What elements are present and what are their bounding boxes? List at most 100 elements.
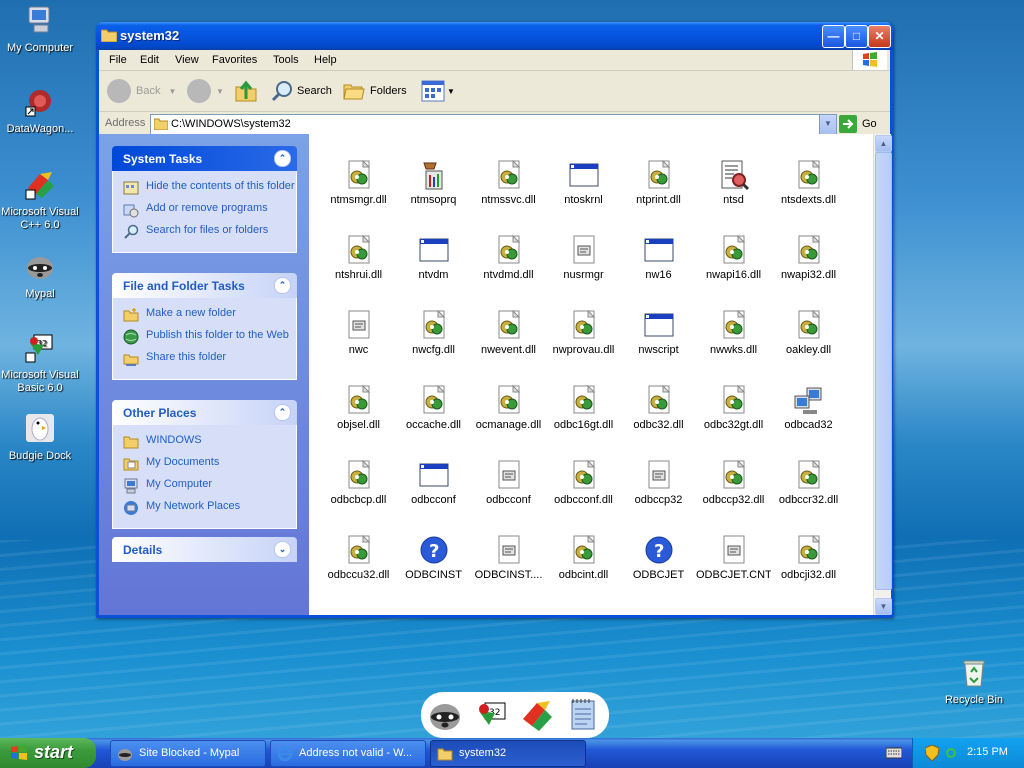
- file-item[interactable]: odbcbcp.dll: [321, 459, 396, 506]
- vertical-scrollbar[interactable]: ▲ ▼: [873, 134, 892, 615]
- menu-edit[interactable]: Edit: [140, 54, 159, 66]
- desktop-icon-recycle-bin[interactable]: Recycle Bin: [934, 656, 1014, 707]
- system-tasks-header[interactable]: System Tasks ⌃: [112, 146, 297, 171]
- other-places-header[interactable]: Other Places ⌃: [112, 400, 297, 425]
- file-item[interactable]: odbccp32.dll: [696, 459, 771, 506]
- scroll-down-button[interactable]: ▼: [875, 598, 892, 615]
- scroll-up-button[interactable]: ▲: [875, 135, 892, 152]
- menu-help[interactable]: Help: [314, 54, 337, 66]
- folders-button[interactable]: Folders: [342, 77, 407, 105]
- file-item[interactable]: ODBCJET.CNT: [696, 534, 771, 581]
- file-item[interactable]: ntmsmgr.dll: [321, 159, 396, 206]
- file-item[interactable]: ? ODBCINST: [396, 534, 471, 581]
- file-folder-tasks-header[interactable]: File and Folder Tasks ⌃: [112, 273, 297, 298]
- expand-icon[interactable]: ⌄: [274, 541, 291, 558]
- menu-favorites[interactable]: Favorites: [212, 54, 257, 66]
- file-item[interactable]: ntvdmd.dll: [471, 234, 546, 281]
- close-button[interactable]: ✕: [868, 25, 891, 48]
- file-item[interactable]: ntvdm: [396, 234, 471, 281]
- task-share-folder[interactable]: Share this folder: [123, 351, 296, 367]
- task-add-remove-programs[interactable]: Add or remove programs: [123, 202, 296, 218]
- file-item[interactable]: nwc: [321, 309, 396, 356]
- file-item[interactable]: odbc32gt.dll: [696, 384, 771, 431]
- task-search-files[interactable]: Search for files or folders: [123, 224, 296, 240]
- file-item[interactable]: odbcad32: [771, 384, 846, 431]
- up-folder-button[interactable]: [234, 77, 258, 105]
- file-item[interactable]: nwwks.dll: [696, 309, 771, 356]
- collapse-icon[interactable]: ⌃: [274, 277, 291, 294]
- clock[interactable]: 2:15 PM: [967, 746, 1008, 758]
- place-my-network-places[interactable]: My Network Places: [123, 500, 296, 516]
- file-item[interactable]: ODBCINST....: [471, 534, 546, 581]
- desktop-icon-visual-cpp[interactable]: Microsoft Visual C++ 6.0: [0, 168, 80, 232]
- file-item[interactable]: ntmssvc.dll: [471, 159, 546, 206]
- desktop-icon-budgie-dock[interactable]: Budgie Dock: [0, 412, 80, 463]
- file-item[interactable]: odbccu32.dll: [321, 534, 396, 581]
- file-item[interactable]: nwcfg.dll: [396, 309, 471, 356]
- file-item[interactable]: ntmsoprq: [396, 159, 471, 206]
- file-item[interactable]: odbc16gt.dll: [546, 384, 621, 431]
- desktop-icon-datawagon[interactable]: DataWagon...: [0, 85, 80, 136]
- start-button[interactable]: start: [0, 738, 96, 768]
- taskbar-task-system32[interactable]: system32: [430, 740, 586, 767]
- task-hide-contents[interactable]: Hide the contents of this folder: [123, 180, 296, 196]
- taskbar-task-mypal[interactable]: Site Blocked - Mypal: [110, 740, 266, 767]
- address-input[interactable]: C:\WINDOWS\system32 ▼: [150, 114, 837, 135]
- file-item[interactable]: odbc32.dll: [621, 384, 696, 431]
- file-item[interactable]: occache.dll: [396, 384, 471, 431]
- keyboard-icon[interactable]: [886, 746, 902, 760]
- file-item[interactable]: ntshrui.dll: [321, 234, 396, 281]
- file-item[interactable]: nwevent.dll: [471, 309, 546, 356]
- place-windows[interactable]: WINDOWS: [123, 434, 296, 450]
- file-item[interactable]: ntoskrnl: [546, 159, 621, 206]
- address-dropdown-button[interactable]: ▼: [819, 115, 836, 134]
- go-button[interactable]: Go: [839, 115, 877, 133]
- mypal-raccoon-icon[interactable]: [427, 697, 463, 733]
- menu-file[interactable]: File: [109, 54, 127, 66]
- file-item[interactable]: odbcconf: [396, 459, 471, 506]
- file-item[interactable]: ntsdexts.dll: [771, 159, 846, 206]
- file-item[interactable]: nusrmgr: [546, 234, 621, 281]
- desktop-icon-visual-basic[interactable]: 32 Microsoft Visual Basic 6.0: [0, 331, 80, 395]
- file-item[interactable]: nwprovau.dll: [546, 309, 621, 356]
- file-item[interactable]: nwapi16.dll: [696, 234, 771, 281]
- task-publish-web[interactable]: Publish this folder to the Web: [123, 329, 296, 345]
- recycle-tray-icon[interactable]: [943, 745, 959, 761]
- title-bar[interactable]: system32 — □ ✕: [96, 22, 893, 50]
- maximize-button[interactable]: □: [845, 25, 868, 48]
- file-item[interactable]: ntsd: [696, 159, 771, 206]
- file-item[interactable]: ntprint.dll: [621, 159, 696, 206]
- security-shield-icon[interactable]: [925, 745, 939, 761]
- place-my-documents[interactable]: My Documents: [123, 456, 296, 472]
- visual-basic-icon[interactable]: 32: [473, 697, 509, 733]
- file-item[interactable]: oakley.dll: [771, 309, 846, 356]
- minimize-button[interactable]: —: [822, 25, 845, 48]
- file-item[interactable]: nwscript: [621, 309, 696, 356]
- place-my-computer[interactable]: My Computer: [123, 478, 296, 494]
- desktop-icon-my-computer[interactable]: My Computer: [0, 4, 80, 55]
- menu-view[interactable]: View: [175, 54, 199, 66]
- views-button[interactable]: ▼: [421, 77, 455, 105]
- file-item[interactable]: nwapi32.dll: [771, 234, 846, 281]
- desktop-icon-mypal[interactable]: Mypal: [0, 250, 80, 301]
- file-item[interactable]: odbcji32.dll: [771, 534, 846, 581]
- file-item[interactable]: ? ODBCJET: [621, 534, 696, 581]
- file-item[interactable]: ocmanage.dll: [471, 384, 546, 431]
- task-make-new-folder[interactable]: Make a new folder: [123, 307, 296, 323]
- search-button[interactable]: Search: [270, 77, 332, 105]
- visual-cpp-icon[interactable]: [519, 697, 555, 733]
- file-item[interactable]: odbcconf.dll: [546, 459, 621, 506]
- collapse-icon[interactable]: ⌃: [274, 404, 291, 421]
- menu-tools[interactable]: Tools: [273, 54, 299, 66]
- forward-button[interactable]: ▼: [187, 77, 224, 105]
- file-item[interactable]: objsel.dll: [321, 384, 396, 431]
- file-item[interactable]: odbccr32.dll: [771, 459, 846, 506]
- collapse-icon[interactable]: ⌃: [274, 150, 291, 167]
- back-button[interactable]: Back ▼: [107, 77, 176, 105]
- file-item[interactable]: nw16: [621, 234, 696, 281]
- scroll-thumb[interactable]: [875, 152, 892, 590]
- file-item[interactable]: odbccp32: [621, 459, 696, 506]
- details-header[interactable]: Details ⌄: [112, 537, 297, 562]
- file-item[interactable]: odbcint.dll: [546, 534, 621, 581]
- taskbar-task-ie[interactable]: Address not valid - W...: [270, 740, 426, 767]
